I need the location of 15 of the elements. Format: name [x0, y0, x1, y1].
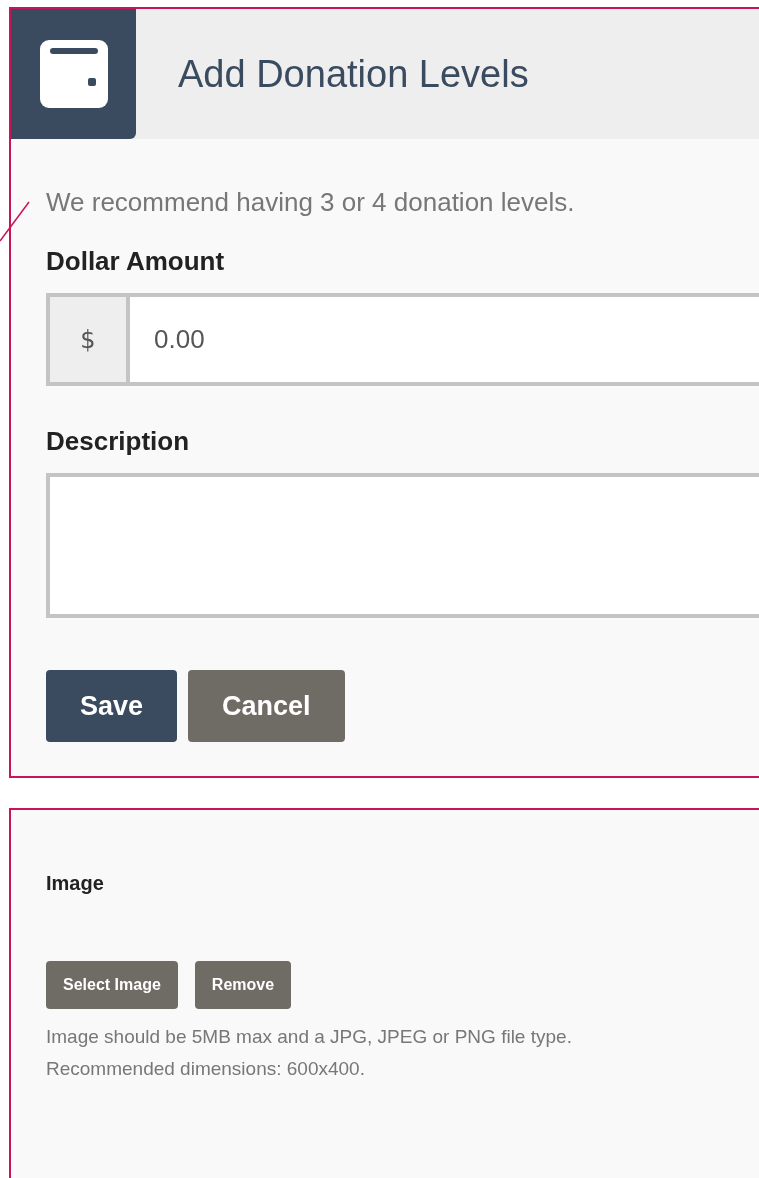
- panel-title: Add Donation Levels: [178, 52, 529, 96]
- field-label: Image: [46, 872, 105, 895]
- amount-input-group[interactable]: $ 0.00: [46, 293, 759, 386]
- help-text: Image should be 5MB max and a JPG, JPEG or PNG file type.: [46, 1025, 573, 1049]
- intro-text: We recommend having 3 or 4 donation levels.: [46, 187, 576, 218]
- help-text: Recommended dimensions: 600x400.: [46, 1057, 366, 1081]
- wallet-icon: [37, 38, 110, 110]
- select-image-button[interactable]: Select Image: [46, 961, 178, 1009]
- currency-prefix: $: [50, 297, 130, 382]
- description-field[interactable]: [46, 473, 759, 618]
- cancel-button[interactable]: Cancel: [188, 670, 345, 742]
- field-label: Dollar Amount: [46, 246, 226, 277]
- field-label: Description: [46, 426, 191, 457]
- save-button[interactable]: Save: [46, 670, 178, 742]
- remove-button[interactable]: Remove: [194, 961, 292, 1009]
